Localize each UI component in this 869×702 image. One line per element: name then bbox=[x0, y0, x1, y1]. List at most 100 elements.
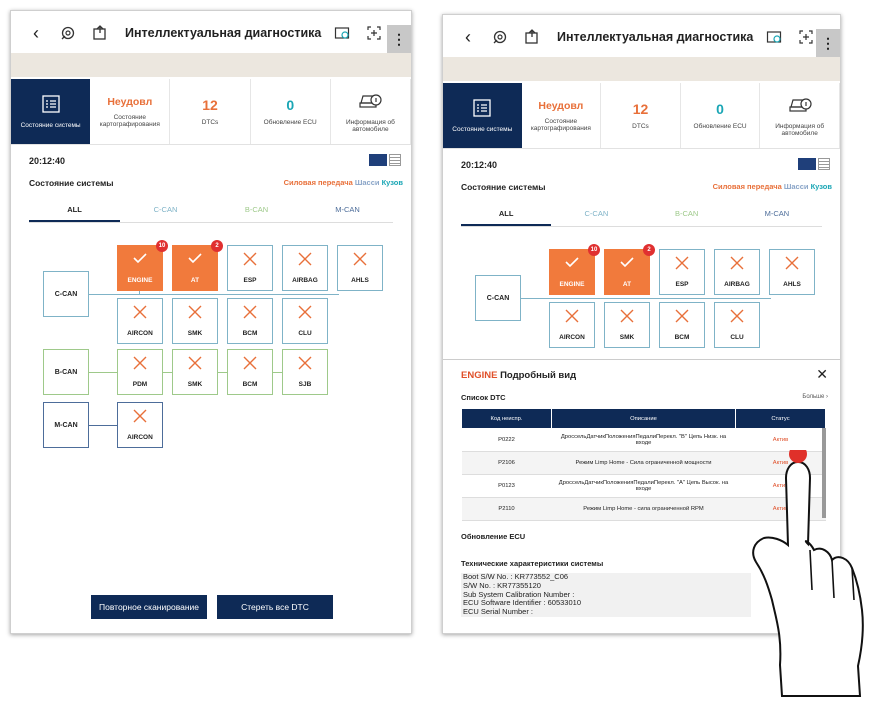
dtc-badge: 2 bbox=[211, 240, 223, 252]
tab-b-can[interactable]: B-CAN bbox=[211, 199, 302, 222]
timestamp: 20:12:40 bbox=[461, 160, 498, 170]
spec-title: Технические характеристики системы bbox=[461, 559, 604, 568]
tile-mapping-status[interactable]: Неудовл Состояние картографирования bbox=[522, 83, 602, 148]
tab-all[interactable]: ALL bbox=[29, 199, 120, 222]
checklist-icon bbox=[472, 98, 492, 120]
tile-vehicle-info[interactable]: Информация об автомобиле bbox=[331, 79, 411, 144]
dtc-code: P2110 bbox=[461, 497, 552, 521]
tab-m-can[interactable]: M-CAN bbox=[302, 199, 393, 222]
module-label: AIRCON bbox=[127, 330, 153, 337]
module-bcm[interactable]: BCM bbox=[227, 298, 273, 344]
filter-body[interactable]: Кузов bbox=[382, 178, 403, 187]
bus-c-can[interactable]: C-CAN bbox=[475, 275, 521, 321]
module-clu[interactable]: CLU bbox=[714, 302, 760, 348]
back-icon[interactable]: ‹ bbox=[457, 27, 479, 48]
capture-icon[interactable] bbox=[363, 22, 385, 44]
tile-mapping-status[interactable]: Неудовл Состояние картографирования bbox=[90, 79, 171, 144]
col-description: Описание bbox=[551, 408, 736, 429]
more-menu-icon[interactable]: ⋮ bbox=[816, 29, 840, 57]
module-ahls[interactable]: AHLS bbox=[337, 245, 383, 291]
bus-c-can[interactable]: C-CAN bbox=[43, 271, 89, 317]
tile-ecu-update[interactable]: 0 Обновление ECU bbox=[681, 83, 761, 148]
module-at[interactable]: 2 AT bbox=[604, 244, 655, 295]
tab-all[interactable]: ALL bbox=[461, 203, 552, 226]
rescan-button[interactable]: Повторное сканирование bbox=[91, 595, 207, 619]
tile-system-status[interactable]: Состояние системы bbox=[11, 79, 91, 144]
filter-powertrain[interactable]: Силовая передача bbox=[284, 178, 353, 187]
module-smk[interactable]: SMK bbox=[172, 298, 218, 344]
tab-b-can[interactable]: B-CAN bbox=[642, 203, 732, 226]
ecu-icon[interactable] bbox=[763, 26, 785, 48]
filter-powertrain[interactable]: Силовая передача bbox=[713, 182, 782, 191]
col-status: Статус bbox=[735, 408, 826, 429]
cross-icon bbox=[188, 356, 202, 372]
module-smk-b[interactable]: SMK bbox=[172, 349, 218, 395]
bus-m-can[interactable]: M-CAN bbox=[43, 402, 89, 448]
module-label: ESP bbox=[243, 277, 257, 284]
dtc-status[interactable]: Актив bbox=[735, 428, 826, 452]
bus-b-can[interactable]: B-CAN bbox=[43, 349, 89, 395]
list-view-icon[interactable] bbox=[818, 158, 830, 170]
module-clu[interactable]: CLU bbox=[282, 298, 328, 344]
tile-dtc[interactable]: 12 DTCs bbox=[170, 79, 251, 144]
tile-system-status-label: Состояние системы bbox=[452, 126, 513, 133]
module-pdm[interactable]: PDM bbox=[117, 349, 163, 395]
module-engine[interactable]: 10 ENGINE bbox=[549, 244, 600, 295]
module-label: SMK bbox=[187, 330, 203, 337]
filter-body[interactable]: Кузов bbox=[811, 182, 832, 191]
module-aircon[interactable]: AIRCON bbox=[117, 298, 163, 344]
module-bcm-b[interactable]: BCM bbox=[227, 349, 273, 395]
summary-tiles: Состояние системы Неудовл Состояние карт… bbox=[443, 83, 840, 149]
module-sjb[interactable]: SJB bbox=[282, 349, 328, 395]
tile-ecu-update[interactable]: 0 Обновление ECU bbox=[251, 79, 331, 144]
back-icon[interactable]: ‹ bbox=[25, 23, 47, 44]
tab-c-can[interactable]: C-CAN bbox=[120, 199, 211, 222]
diagnostic-icon[interactable] bbox=[57, 22, 79, 44]
close-icon[interactable]: ✕ bbox=[816, 366, 828, 383]
diagram-view-icon[interactable] bbox=[369, 154, 387, 166]
cross-icon bbox=[298, 252, 312, 268]
tab-c-can[interactable]: C-CAN bbox=[551, 203, 641, 226]
clear-dtc-button[interactable]: Стереть все DTC bbox=[217, 595, 333, 619]
cross-icon bbox=[353, 252, 367, 268]
cross-icon bbox=[730, 256, 744, 272]
module-esp[interactable]: ESP bbox=[659, 249, 705, 295]
more-link[interactable]: Больше › bbox=[802, 394, 828, 400]
cross-icon bbox=[565, 309, 579, 325]
module-ahls[interactable]: AHLS bbox=[769, 249, 815, 295]
module-at[interactable]: 2 AT bbox=[172, 240, 223, 291]
car-info-icon bbox=[358, 91, 383, 113]
cross-icon bbox=[675, 309, 689, 325]
more-menu-icon[interactable]: ⋮ bbox=[387, 25, 411, 53]
vehicle-info-label: Информация об автомобиле bbox=[775, 122, 825, 137]
filter-chassis[interactable]: Шасси bbox=[355, 178, 380, 187]
module-airbag[interactable]: AIRBAG bbox=[282, 245, 328, 291]
dtc-badge: 10 bbox=[156, 240, 168, 252]
system-status-row: Состояние системы Силовая передача Шасси… bbox=[29, 178, 403, 190]
mapping-label: Состояние картографирования bbox=[530, 117, 591, 132]
module-engine[interactable]: 10 ENGINE bbox=[117, 240, 168, 291]
module-aircon-m[interactable]: AIRCON bbox=[117, 402, 163, 448]
filter-chassis[interactable]: Шасси bbox=[784, 182, 809, 191]
tile-vehicle-info[interactable]: Информация об автомобиле bbox=[760, 83, 840, 148]
vehicle-bar bbox=[443, 57, 840, 81]
module-aircon[interactable]: AIRCON bbox=[549, 302, 595, 348]
list-view-icon[interactable] bbox=[389, 154, 401, 166]
module-esp[interactable]: ESP bbox=[227, 245, 273, 291]
capture-icon[interactable] bbox=[795, 26, 817, 48]
tile-system-status[interactable]: Состояние системы bbox=[443, 83, 522, 148]
ecu-icon[interactable] bbox=[331, 22, 353, 44]
diagram-view-icon[interactable] bbox=[798, 158, 816, 170]
module-label: BCM bbox=[674, 334, 690, 341]
timestamp: 20:12:40 bbox=[29, 156, 66, 166]
tab-m-can[interactable]: M-CAN bbox=[732, 203, 822, 226]
export-icon[interactable] bbox=[89, 22, 111, 44]
table-row[interactable]: P0222 ДроссельДатчикПоложенияПедалиПерек… bbox=[461, 428, 826, 452]
module-bcm[interactable]: BCM bbox=[659, 302, 705, 348]
export-icon[interactable] bbox=[521, 26, 543, 48]
module-smk[interactable]: SMK bbox=[604, 302, 650, 348]
diagnostic-icon[interactable] bbox=[489, 26, 511, 48]
system-status-row: Состояние системы Силовая передача Шасси… bbox=[461, 182, 832, 194]
tile-dtc[interactable]: 12 DTCs bbox=[601, 83, 681, 148]
module-airbag[interactable]: AIRBAG bbox=[714, 249, 760, 295]
